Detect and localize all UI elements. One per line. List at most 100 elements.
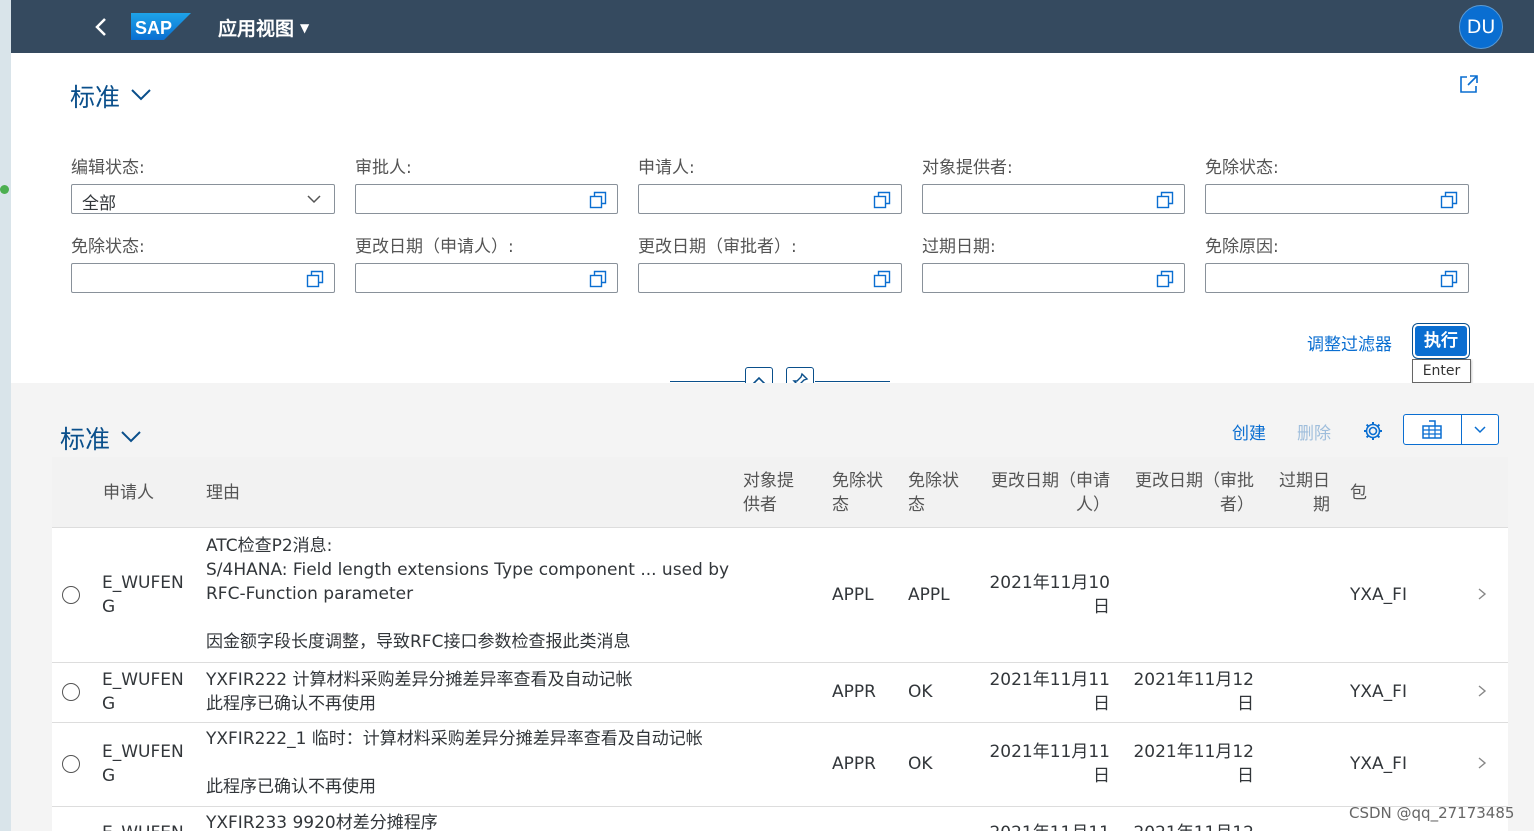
value-help-icon[interactable] bbox=[589, 270, 607, 288]
cell-reason: YXFIR222 计算材料采购差异分摊差异率查看及自动记帐 此程序已确认不再使用 bbox=[206, 668, 736, 716]
value-help-icon[interactable] bbox=[873, 191, 891, 209]
table-row[interactable]: E_WUFEN G YXFIR222 计算材料采购差异分摊差异率查看及自动记帐 … bbox=[52, 663, 1508, 723]
cell-changed-applicant: 2021年11月11 日 bbox=[982, 668, 1110, 716]
cell-changed-applicant: 2021年11月11 bbox=[982, 821, 1110, 831]
cell-changed-appr-line2: 日 bbox=[1237, 766, 1254, 786]
filter-bar: 标准 编辑状态: 审批人: 申请人: 对象提供者: 免除状态: 全部 免除状态:… bbox=[11, 53, 1534, 383]
cell-status2: APPL bbox=[908, 585, 950, 605]
col-reason[interactable]: 理由 bbox=[206, 481, 240, 505]
user-avatar[interactable]: DU bbox=[1459, 5, 1503, 49]
exemptions-table: 申请人 理由 对象提 供者 免除状 态 免除状 态 更改日期（申请 人） 更改日… bbox=[52, 457, 1508, 831]
adapt-filters-link[interactable]: 调整过滤器 bbox=[1307, 330, 1392, 355]
cell-reason-line1: ATC检查P2消息: bbox=[206, 536, 333, 556]
export-button-separator bbox=[1461, 415, 1462, 444]
filter-label-approver: 审批人: bbox=[355, 158, 412, 178]
cell-reason: YXFIR233 9920材差分摊程序 bbox=[206, 813, 438, 831]
col-provider-line2: 供者 bbox=[743, 495, 777, 515]
row-select-radio[interactable] bbox=[62, 586, 80, 604]
navigation-arrow-icon[interactable] bbox=[1476, 587, 1488, 601]
cell-package: YXA_FI bbox=[1350, 682, 1407, 702]
object-provider-input[interactable] bbox=[922, 184, 1185, 214]
chevron-down-icon bbox=[131, 89, 151, 101]
col-changed-app-line2: 人） bbox=[1076, 495, 1110, 515]
exemption-status-input[interactable] bbox=[1205, 184, 1469, 214]
value-help-icon[interactable] bbox=[1440, 191, 1458, 209]
value-help-icon[interactable] bbox=[1440, 270, 1458, 288]
app-title: 应用视图 bbox=[218, 18, 295, 40]
create-button[interactable]: 创建 bbox=[1232, 419, 1266, 444]
col-exemption-status-2[interactable]: 免除状 态 bbox=[908, 469, 959, 517]
value-help-icon[interactable] bbox=[873, 270, 891, 288]
gear-icon[interactable] bbox=[1362, 420, 1384, 442]
col-changed-applicant[interactable]: 更改日期（申请 人） bbox=[982, 469, 1110, 517]
chevron-down-icon bbox=[121, 431, 141, 443]
table-row[interactable]: E_WUFEN G YXFIR222_1 临时：计算材料采购差异分摊差异率查看及… bbox=[52, 723, 1508, 807]
col-provider[interactable]: 对象提 供者 bbox=[743, 469, 794, 517]
cell-reason-line1: YXFIR222 计算材料采购差异分摊差异率查看及自动记帐 bbox=[206, 670, 633, 690]
svg-text:SAP: SAP bbox=[135, 18, 172, 38]
cell-changed-approver: 2021年11月12 bbox=[1126, 821, 1254, 831]
filter-label-exemption-status-2: 免除状态: bbox=[71, 237, 145, 257]
cell-status1: APPR bbox=[832, 682, 876, 702]
value-help-icon[interactable] bbox=[1156, 270, 1174, 288]
value-help-icon[interactable] bbox=[306, 270, 324, 288]
changed-on-applicant-input[interactable] bbox=[355, 263, 618, 293]
cell-changed-approver: 2021年11月12 日 bbox=[1126, 668, 1254, 716]
table-row[interactable]: E_WUFEN G ATC检查P2消息: S/4HANA: Field leng… bbox=[52, 528, 1508, 663]
chevron-left-icon bbox=[95, 18, 106, 36]
col-status2-line1: 免除状 bbox=[908, 471, 959, 491]
col-provider-line1: 对象提 bbox=[743, 471, 794, 491]
variant-title: 标准 bbox=[70, 83, 121, 112]
cell-reason-line3: RFC-Function parameter bbox=[206, 584, 414, 604]
watermark: CSDN @qq_27173485 bbox=[1349, 804, 1515, 822]
col-expiry-line1: 过期日 bbox=[1279, 471, 1330, 491]
col-changed-app-line1: 更改日期（申请 bbox=[991, 471, 1110, 491]
app-title-menu[interactable]: 应用视图 ▼ bbox=[218, 14, 309, 41]
delete-button[interactable]: 删除 bbox=[1297, 419, 1331, 444]
col-exemption-status-1[interactable]: 免除状 态 bbox=[832, 469, 883, 517]
go-button[interactable]: 执行 bbox=[1413, 324, 1469, 358]
cell-reason-line2: S/4HANA: Field length extensions Type co… bbox=[206, 560, 730, 580]
row-select-radio[interactable] bbox=[62, 683, 80, 701]
export-button[interactable] bbox=[1403, 414, 1499, 445]
cell-applicant-line1: E_WUFEN bbox=[102, 670, 184, 690]
header-divider-right bbox=[815, 381, 890, 382]
value-help-icon[interactable] bbox=[1156, 191, 1174, 209]
back-button[interactable] bbox=[87, 12, 117, 42]
changed-on-approver-input[interactable] bbox=[638, 263, 902, 293]
expiry-date-input[interactable] bbox=[922, 263, 1185, 293]
cell-applicant-line2: G bbox=[102, 694, 116, 714]
edit-status-select[interactable]: 全部 bbox=[71, 184, 335, 214]
navigation-arrow-icon[interactable] bbox=[1476, 684, 1488, 698]
cell-applicant: E_WUFEN G bbox=[102, 571, 184, 619]
col-expiry[interactable]: 过期日 期 bbox=[1272, 469, 1330, 517]
navigation-arrow-icon[interactable] bbox=[1476, 756, 1488, 770]
cell-changed-app-line1: 2021年11月10 bbox=[989, 573, 1110, 593]
table-variant-selector[interactable]: 标准 bbox=[60, 420, 142, 456]
cell-changed-approver: 2021年11月12 日 bbox=[1126, 740, 1254, 788]
approver-input[interactable] bbox=[355, 184, 618, 214]
filter-label-exemption-reason: 免除原因: bbox=[1205, 237, 1279, 257]
cell-changed-appr-line1: 2021年11月12 bbox=[1133, 670, 1254, 690]
col-changed-approver[interactable]: 更改日期（审批 者） bbox=[1126, 469, 1254, 517]
chevron-down-icon[interactable] bbox=[1472, 424, 1488, 436]
sap-logo[interactable]: SAP bbox=[131, 13, 191, 40]
cell-changed-app-line1: 2021年11月11 bbox=[989, 670, 1110, 690]
filter-variant-selector[interactable]: 标准 bbox=[70, 78, 152, 114]
exemption-reason-input[interactable] bbox=[1205, 263, 1469, 293]
cell-changed-appr-line1: 2021年11月12 bbox=[1133, 742, 1254, 762]
col-applicant[interactable]: 申请人 bbox=[103, 481, 154, 505]
cell-applicant-line1: E_WUFEN bbox=[102, 742, 184, 762]
exemption-status-2-input[interactable] bbox=[71, 263, 335, 293]
value-help-icon[interactable] bbox=[589, 191, 607, 209]
edit-status-value: 全部 bbox=[82, 194, 116, 214]
share-icon[interactable] bbox=[1458, 73, 1480, 95]
row-select-radio[interactable] bbox=[62, 755, 80, 773]
chevron-down-icon bbox=[307, 195, 321, 204]
table-row[interactable]: E_WUFEN YXFIR233 9920材差分摊程序 2021年11月11 2… bbox=[52, 807, 1508, 831]
applicant-input[interactable] bbox=[638, 184, 902, 214]
col-package[interactable]: 包 bbox=[1350, 481, 1367, 505]
col-changed-appr-line1: 更改日期（审批 bbox=[1135, 471, 1254, 491]
cell-reason: YXFIR222_1 临时：计算材料采购差异分摊差异率查看及自动记帐 此程序已确… bbox=[206, 727, 746, 799]
filter-label-applicant: 申请人: bbox=[638, 158, 695, 178]
